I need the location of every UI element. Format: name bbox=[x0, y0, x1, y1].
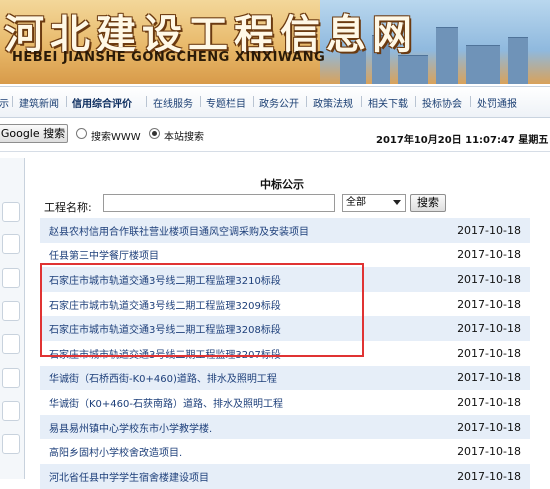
list-item-date: 2017-10-18 bbox=[457, 395, 521, 409]
list-item-date: 2017-10-18 bbox=[457, 248, 521, 262]
list-item[interactable]: 华诚街（K0+460-石获南路）道路、排水及照明工程 2017-10-18 bbox=[40, 390, 530, 415]
list-item-title[interactable]: 赵县农村信用合作联社营业楼项目通风空调采购及安装项目 bbox=[49, 223, 309, 238]
list-item-title[interactable]: 任县第三中学餐厅楼项目 bbox=[49, 247, 159, 262]
list-item[interactable]: 石家庄市城市轨道交通3号线二期工程监理3209标段 2017-10-18 bbox=[40, 292, 530, 317]
nav-item-policies[interactable]: 政策法规 bbox=[313, 95, 353, 110]
list-item[interactable]: 赵县农村信用合作联社营业楼项目通风空调采购及安装项目 2017-10-18 bbox=[40, 218, 530, 243]
sidebar-item[interactable] bbox=[2, 234, 20, 254]
nav-item-downloads[interactable]: 相关下载 bbox=[368, 95, 408, 110]
search-button[interactable]: 搜索 bbox=[410, 194, 446, 212]
list-item[interactable]: 任县第三中学餐厅楼项目 2017-10-18 bbox=[40, 243, 530, 268]
category-select[interactable]: 全部 bbox=[342, 194, 406, 212]
list-item[interactable]: 易县易州镇中心学校东市小学教学楼. 2017-10-18 bbox=[40, 414, 530, 440]
list-item-date: 2017-10-18 bbox=[457, 297, 521, 311]
nav-item-special-topics[interactable]: 专题栏目 bbox=[206, 95, 246, 110]
search-www-radio[interactable] bbox=[76, 128, 87, 139]
main-nav: 示 建筑新闻 信用综合评价 在线服务 专题栏目 政务公开 政策法规 相关下载 投… bbox=[0, 86, 550, 118]
search-www-label: 搜索WWW bbox=[91, 132, 141, 143]
sidebar-item[interactable] bbox=[2, 368, 20, 388]
list-item-date: 2017-10-18 bbox=[457, 346, 521, 360]
list-item-date: 2017-10-18 bbox=[457, 272, 521, 286]
search-site-radio[interactable] bbox=[149, 128, 160, 139]
list-item[interactable]: 石家庄市城市轨道交通3号线二期工程监理3208标段 2017-10-18 bbox=[40, 316, 530, 341]
list-item-title[interactable]: 石家庄市城市轨道交通3号线二期工程监理3209标段 bbox=[49, 297, 281, 312]
list-item[interactable]: 高阳乡固村小学校舍改造项目. 2017-10-18 bbox=[40, 439, 530, 464]
list-item[interactable]: 河北省任县中学学生宿舍楼建设项目 2017-10-18 bbox=[40, 463, 530, 489]
award-notice-list: 赵县农村信用合作联社营业楼项目通风空调采购及安装项目 2017-10-18 任县第… bbox=[40, 218, 530, 489]
list-item-title[interactable]: 河北省任县中学学生宿舍楼建设项目 bbox=[49, 469, 209, 484]
nav-item-penalty-notices[interactable]: 处罚通报 bbox=[477, 95, 517, 110]
site-banner: 河北建设工程信息网 HEBEI JIANSHE GONGCHENG XINXIW… bbox=[0, 0, 550, 84]
sidebar-item[interactable] bbox=[2, 334, 20, 354]
site-title-english: HEBEI JIANSHE GONGCHENG XINXIWANG bbox=[12, 50, 326, 65]
list-item-date: 2017-10-18 bbox=[457, 469, 521, 483]
nav-item-construction-news[interactable]: 建筑新闻 bbox=[19, 95, 59, 110]
list-item-title[interactable]: 石家庄市城市轨道交通3号线二期工程监理3208标段 bbox=[49, 321, 281, 336]
nav-item-partial[interactable]: 示 bbox=[0, 95, 9, 110]
project-name-input[interactable] bbox=[103, 194, 335, 212]
search-site-label: 本站搜索 bbox=[164, 132, 204, 143]
list-item[interactable]: 石家庄市城市轨道交通3号线二期工程监理3210标段 2017-10-18 bbox=[40, 267, 530, 292]
list-item-title[interactable]: 石家庄市城市轨道交通3号线二期工程监理3207标段 bbox=[49, 346, 281, 361]
list-item-title[interactable]: 高阳乡固村小学校舍改造项目. bbox=[49, 444, 182, 459]
list-item-date: 2017-10-18 bbox=[457, 371, 521, 385]
page-title: 中标公示 bbox=[260, 178, 304, 191]
current-datetime: 2017年10月20日 11:07:47 星期五 bbox=[376, 135, 549, 146]
list-item-title[interactable]: 易县易州镇中心学校东市小学教学楼. bbox=[49, 420, 212, 435]
nav-item-government-affairs[interactable]: 政务公开 bbox=[259, 95, 299, 110]
list-item-date: 2017-10-18 bbox=[457, 322, 521, 336]
sidebar-item[interactable] bbox=[2, 301, 20, 321]
sidebar-item[interactable] bbox=[2, 434, 20, 454]
list-item[interactable]: 石家庄市城市轨道交通3号线二期工程监理3207标段 2017-10-18 bbox=[40, 341, 530, 366]
list-item-date: 2017-10-18 bbox=[457, 420, 521, 434]
nav-item-bidding-association[interactable]: 投标协会 bbox=[422, 95, 462, 110]
list-item-title[interactable]: 华诚街（K0+460-石获南路）道路、排水及照明工程 bbox=[49, 395, 283, 410]
sidebar-item[interactable] bbox=[2, 401, 20, 421]
chevron-down-icon bbox=[393, 200, 401, 205]
category-select-value: 全部 bbox=[346, 197, 366, 208]
list-item-date: 2017-10-18 bbox=[457, 223, 521, 237]
divider bbox=[0, 151, 550, 152]
sidebar-item[interactable] bbox=[2, 268, 20, 288]
project-name-label: 工程名称: bbox=[44, 201, 92, 214]
list-item-title[interactable]: 石家庄市城市轨道交通3号线二期工程监理3210标段 bbox=[49, 272, 281, 287]
google-search-button[interactable]: Google 搜索 bbox=[0, 124, 68, 143]
nav-item-credit-evaluation[interactable]: 信用综合评价 bbox=[72, 95, 132, 110]
list-item-title[interactable]: 华诚街（石桥西街-K0+460)道路、排水及照明工程 bbox=[49, 370, 277, 385]
sidebar-item[interactable] bbox=[2, 202, 20, 222]
left-sidebar bbox=[0, 158, 25, 479]
nav-item-online-service[interactable]: 在线服务 bbox=[153, 95, 193, 110]
list-item[interactable]: 华诚街（石桥西街-K0+460)道路、排水及照明工程 2017-10-18 bbox=[40, 365, 530, 391]
list-item-date: 2017-10-18 bbox=[457, 445, 521, 459]
